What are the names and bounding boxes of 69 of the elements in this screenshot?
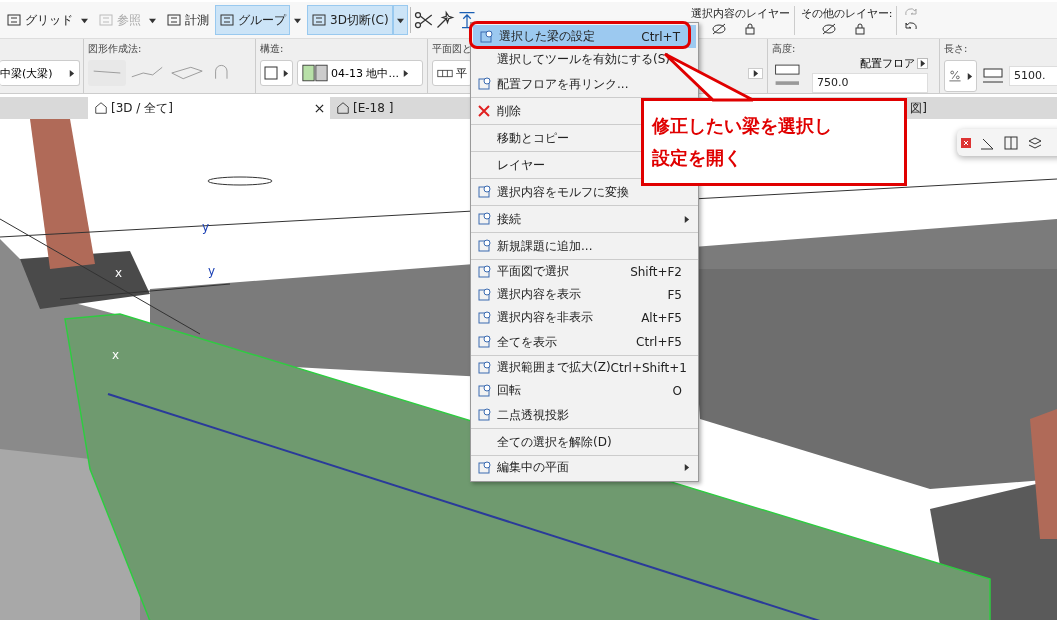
axis-label: x xyxy=(115,266,123,280)
height-field[interactable]: 750.0 xyxy=(812,73,928,93)
square-icon xyxy=(264,66,278,80)
menu-item[interactable]: 平面図で選択 Shift+F2 xyxy=(471,260,698,283)
caret-icon xyxy=(81,16,88,24)
menu-item[interactable]: 選択範囲まで拡大(Z)Ctrl+Shift+1 xyxy=(471,356,698,379)
tab-label: [3D / 全て] xyxy=(111,99,173,117)
beam-length-icon xyxy=(981,66,1005,86)
axis-label: y xyxy=(208,264,216,278)
caret-icon xyxy=(68,69,75,77)
element-type-selector[interactable]: 中梁(大梁) xyxy=(0,60,80,86)
tab-label: [E-18 ] xyxy=(353,101,394,115)
caret-icon xyxy=(683,464,690,471)
floor-link-button[interactable]: 配置フロア xyxy=(860,56,928,71)
caret-icon xyxy=(149,16,156,24)
plan-symbol-icon xyxy=(437,67,453,79)
view-tab[interactable]: [E-18 ] xyxy=(330,97,450,119)
view-tab[interactable]: 図] xyxy=(908,97,929,119)
undo-icon[interactable] xyxy=(903,19,920,32)
caret-icon xyxy=(396,16,404,24)
menu-item[interactable]: 編集中の平面 xyxy=(471,456,698,479)
shape-selector[interactable] xyxy=(260,60,293,86)
toolbar-button[interactable]: 3D切断(C) xyxy=(307,5,393,35)
length-field[interactable]: 5100. xyxy=(1009,66,1057,86)
lock-icon[interactable] xyxy=(854,22,865,35)
view-icon xyxy=(94,101,108,115)
expand-button[interactable] xyxy=(748,67,763,79)
section-label: 高度: xyxy=(772,42,797,54)
menu-item[interactable]: 選択した梁の設定 Ctrl+T xyxy=(473,25,696,48)
percent-icon xyxy=(948,69,962,83)
grid-marker xyxy=(207,176,273,186)
toolbar-button[interactable]: グリッド xyxy=(2,5,77,35)
percent-button[interactable] xyxy=(944,60,977,92)
menu-item[interactable]: 選択内容を表示 F5 xyxy=(471,283,698,306)
menu-item[interactable]: 全ての選択を解除(D) xyxy=(471,429,698,456)
caret-icon xyxy=(917,58,928,69)
menu-item[interactable]: 選択内容を非表示 Alt+F5 xyxy=(471,306,698,329)
material-selector[interactable]: 04-13 地中... xyxy=(297,60,423,86)
section-label: 長さ: xyxy=(944,42,969,54)
toolbar-button[interactable]: グループ xyxy=(215,5,290,35)
lock-icon[interactable] xyxy=(744,22,755,35)
toolbar-button[interactable]: 計測 xyxy=(162,5,213,35)
caret-icon xyxy=(282,69,289,77)
columns-icon[interactable] xyxy=(1003,134,1019,151)
layer-label: その他のレイヤー: xyxy=(800,5,893,21)
menu-item[interactable]: 接続 xyxy=(471,206,698,233)
section-label: 図形作成法: xyxy=(88,42,143,54)
layer-label: 選択内容のレイヤー xyxy=(690,5,790,21)
caret-icon xyxy=(683,215,690,223)
hatch-swatch-icon xyxy=(302,64,328,82)
close-icon[interactable] xyxy=(315,103,324,113)
scissors-icon[interactable] xyxy=(412,10,433,30)
menu-item[interactable]: 新規課題に追加... xyxy=(471,233,698,260)
eye-hidden-icon[interactable] xyxy=(820,22,837,35)
view-icon xyxy=(336,101,350,115)
caret-icon xyxy=(966,72,973,80)
caret-icon xyxy=(752,69,759,77)
menu-item[interactable]: 全てを表示 Ctrl+F5 xyxy=(471,329,698,356)
menu-item[interactable]: 回転 O xyxy=(471,379,698,402)
section-label: 平面図と xyxy=(432,42,473,54)
eye-hidden-icon[interactable] xyxy=(710,22,727,35)
axis-label: x xyxy=(112,348,120,362)
plan-display-selector[interactable]: 平 xyxy=(432,60,472,86)
section-label: 構造: xyxy=(260,42,285,54)
view-tab[interactable]: [3D / 全て] xyxy=(88,97,330,119)
caret-icon xyxy=(401,69,409,77)
delete-icon xyxy=(476,103,492,119)
caret-icon xyxy=(294,16,301,24)
menu-item[interactable]: 二点透視投影 xyxy=(471,402,698,429)
